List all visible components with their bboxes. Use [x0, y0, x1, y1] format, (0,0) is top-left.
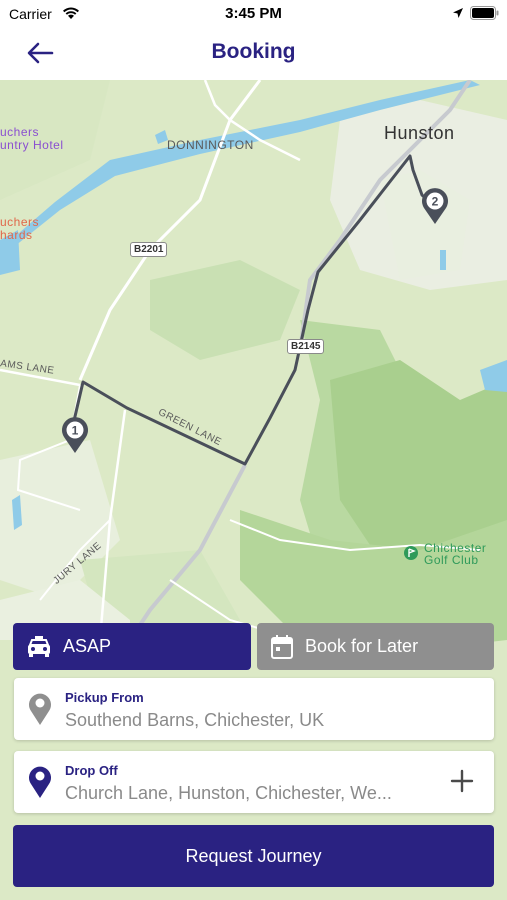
pickup-field[interactable]: Pickup From Southend Barns, Chichester, … — [14, 678, 494, 740]
clock: 3:45 PM — [225, 5, 282, 22]
pickup-value: Southend Barns, Chichester, UK — [65, 710, 325, 730]
dropoff-field[interactable]: Drop Off Church Lane, Hunston, Chicheste… — [14, 751, 494, 813]
pickup-marker-icon[interactable]: 1 — [59, 412, 91, 454]
pickup-caption: Pickup From — [65, 690, 144, 705]
map-pin-icon — [29, 693, 51, 725]
dropoff-marker-number: 2 — [432, 195, 439, 209]
asap-button[interactable]: ASAP — [13, 623, 251, 670]
page-title: Booking — [211, 40, 296, 63]
taxi-icon — [28, 635, 50, 657]
book-for-later-button[interactable]: Book for Later — [257, 623, 494, 670]
dropoff-caption: Drop Off — [65, 763, 118, 778]
request-journey-button[interactable]: Request Journey — [13, 825, 494, 887]
map-label-hunston: Hunston — [384, 123, 455, 143]
dropoff-marker-icon[interactable]: 2 — [419, 183, 451, 225]
asap-label: ASAP — [63, 636, 112, 656]
nav-bar: Booking — [0, 28, 507, 80]
calendar-icon — [271, 634, 293, 659]
battery-icon — [470, 6, 499, 20]
golf-icon — [404, 546, 418, 560]
location-arrow-icon — [453, 8, 463, 18]
pickup-marker-number: 1 — [72, 424, 79, 438]
road-badge: B2201 — [130, 242, 168, 257]
map-label-poi: uchers untry Hotel — [0, 125, 64, 152]
book-for-later-label: Book for Later — [305, 636, 419, 656]
map-pin-icon — [29, 766, 51, 798]
map-label-golf-club: Chichester Golf Club — [404, 542, 486, 566]
dropoff-value: Church Lane, Hunston, Chichester, We... — [65, 783, 392, 803]
road-badge: B2145 — [287, 339, 325, 354]
map-label-donnington: DONNINGTON — [167, 138, 254, 152]
status-bar: Carrier 3:45 PM — [0, 0, 507, 28]
add-stop-icon[interactable] — [448, 767, 476, 795]
map-label-poi: uchers hards — [0, 215, 40, 242]
